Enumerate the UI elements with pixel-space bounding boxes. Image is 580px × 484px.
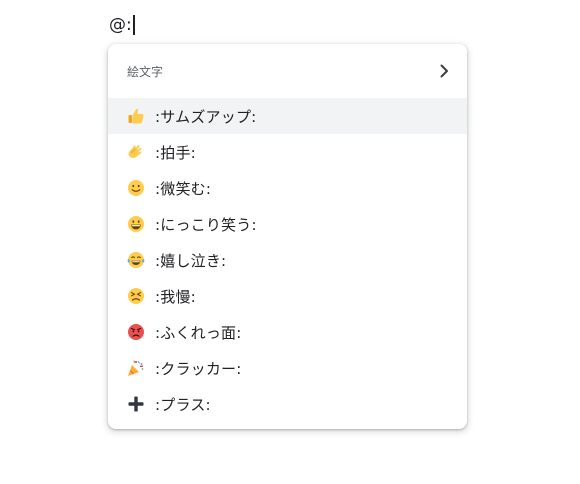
chevron-right-icon[interactable] <box>435 62 453 80</box>
emoji-item-label: :我慢: <box>155 287 196 306</box>
emoji-item-clap[interactable]: :拍手: <box>108 134 467 170</box>
thumbs-up-icon <box>127 107 145 125</box>
grinning-face-icon <box>127 215 145 233</box>
plus-icon <box>127 395 145 413</box>
emoji-item-label: :プラス: <box>155 395 211 414</box>
tears-of-joy-face-icon <box>127 251 145 269</box>
emoji-item-thumbs-up[interactable]: :サムズアップ: <box>108 98 467 134</box>
pouting-face-icon <box>127 323 145 341</box>
emoji-suggestion-popup: 絵文字 :サムズアップ: :拍手::微笑む::にっこり笑う::嬉し泣き: … <box>108 44 467 429</box>
popup-header: 絵文字 <box>108 44 467 98</box>
party-popper-icon <box>127 359 145 377</box>
emoji-item-joy[interactable]: :嬉し泣き: <box>108 242 467 278</box>
text-caret <box>132 15 135 35</box>
emoji-item-label: :ふくれっ面: <box>155 323 242 342</box>
emoji-item-smile[interactable]: :微笑む: <box>108 170 467 206</box>
emoji-item-grin[interactable]: :にっこり笑う: <box>108 206 467 242</box>
editor-text: @: <box>109 15 132 35</box>
emoji-item-label: :サムズアップ: <box>155 107 257 126</box>
editor-line[interactable]: @: <box>109 12 135 38</box>
emoji-item-label: :嬉し泣き: <box>155 251 227 270</box>
emoji-item-label: :拍手: <box>155 143 196 162</box>
emoji-item-party-popper[interactable]: :クラッカー: <box>108 350 467 386</box>
popup-title: 絵文字 <box>127 64 164 79</box>
emoji-suggestion-list: :サムズアップ: :拍手: :微笑む::にっこり笑う::嬉し泣き::我慢:… <box>108 98 467 422</box>
emoji-item-label: :にっこり笑う: <box>155 215 257 234</box>
persevering-face-icon <box>127 287 145 305</box>
clapping-hands-icon <box>127 143 145 161</box>
emoji-item-plus[interactable]: :プラス: <box>108 386 467 422</box>
emoji-item-persevere[interactable]: :我慢: <box>108 278 467 314</box>
emoji-item-label: :微笑む: <box>155 179 212 198</box>
emoji-item-pout[interactable]: :ふくれっ面: <box>108 314 467 350</box>
emoji-item-label: :クラッカー: <box>155 359 242 378</box>
slightly-smiling-face-icon <box>127 179 145 197</box>
